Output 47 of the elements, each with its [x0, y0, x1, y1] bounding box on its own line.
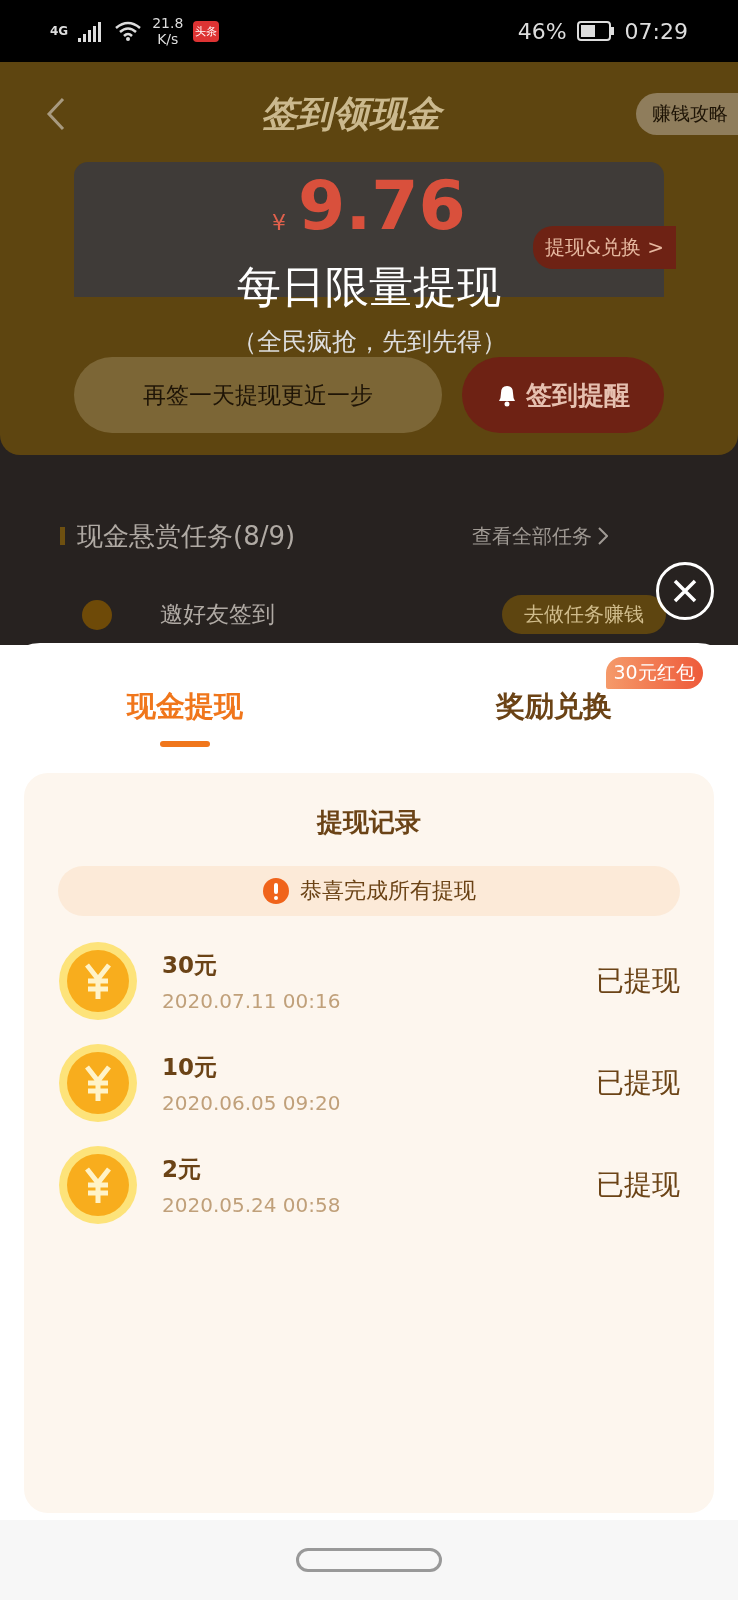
record-status: 已提现: [596, 963, 680, 999]
wifi-icon: [114, 20, 143, 42]
record-amount: 30元: [162, 950, 218, 980]
section-title: 现金悬赏任务(8/9): [77, 519, 297, 553]
network-type: 4G: [50, 24, 69, 38]
record-status: 已提现: [596, 1065, 680, 1101]
chevron-right-icon: [598, 527, 608, 545]
tab[interactable]: 现金提现: [0, 643, 369, 773]
page-title: 签到领现金: [86, 89, 616, 139]
withdraw-button[interactable]: 提现&兑换 >: [533, 226, 676, 269]
coin-icon: [58, 1043, 138, 1123]
balance-amount: 9.76: [298, 170, 466, 242]
popup-title: 每日限量提现: [237, 260, 501, 314]
battery-percent: 46%: [517, 18, 567, 44]
record-date: 2020.06.05 09:20: [162, 1090, 342, 1115]
record-amount: 10元: [162, 1052, 218, 1082]
guide-button[interactable]: 赚钱攻略: [636, 93, 738, 135]
records-title: 提现记录: [317, 806, 421, 839]
sign-hint: 再签一天提现更近一步: [74, 357, 442, 433]
task-title: 邀好友签到: [160, 600, 276, 629]
reward-badge: 30元红包: [605, 657, 703, 689]
speed-unit: K/s: [157, 31, 179, 47]
record-amount: 2元: [162, 1154, 202, 1184]
home-indicator[interactable]: [296, 1548, 442, 1572]
task-icon: [82, 599, 112, 630]
record-date: 2020.05.24 00:58: [162, 1192, 342, 1217]
remind-button[interactable]: 签到提醒: [462, 357, 664, 433]
app-notification-icon: 头条: [193, 20, 220, 42]
currency-symbol: ¥: [272, 210, 287, 235]
tab[interactable]: 奖励兑换 30元红包: [369, 643, 738, 773]
task-button[interactable]: 去做任务赚钱: [502, 595, 666, 634]
notice-text: 恭喜完成所有提现: [300, 877, 476, 905]
section-marker: [60, 527, 65, 545]
battery-icon: [576, 21, 615, 41]
record-status: 已提现: [596, 1167, 680, 1203]
close-button[interactable]: [656, 562, 714, 620]
coin-icon: [58, 1145, 138, 1225]
close-icon: [671, 577, 699, 605]
back-icon[interactable]: [46, 97, 66, 131]
bell-icon: [496, 383, 518, 407]
view-all-link[interactable]: 查看全部任务: [472, 522, 608, 550]
record-date: 2020.07.11 00:16: [162, 988, 342, 1013]
popup-subtitle: （全民疯抢，先到先得）: [231, 326, 507, 358]
network-speed: 21.8: [152, 15, 184, 31]
alert-icon: [262, 877, 290, 905]
coin-icon: [58, 941, 138, 1021]
clock: 07:29: [624, 18, 688, 44]
